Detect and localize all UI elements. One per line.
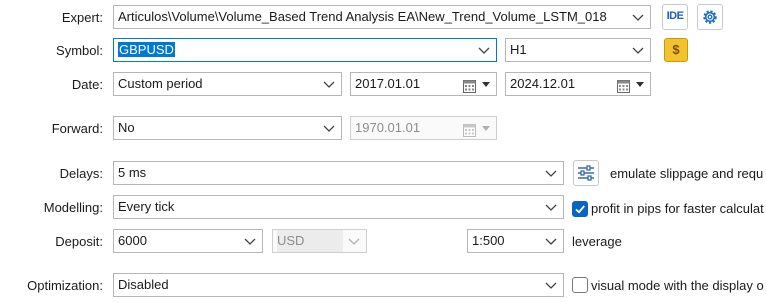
checkmark-icon — [574, 203, 586, 218]
deposit-currency-select: USD — [272, 229, 367, 253]
expert-settings-button[interactable] — [697, 4, 723, 30]
chevron-down-icon — [323, 79, 335, 89]
modelling-label: Modelling: — [43, 200, 103, 215]
delays-select[interactable]: 5 ms — [113, 161, 564, 185]
dollar-icon: $ — [672, 42, 680, 57]
delays-value: 5 ms — [118, 165, 147, 180]
symbol-label: Symbol: — [56, 43, 103, 58]
end-date-value: 2024.12.01 — [510, 76, 576, 91]
optimization-select[interactable]: Disabled — [113, 273, 564, 297]
timeframe-value: H1 — [510, 42, 527, 57]
chevron-down-icon — [244, 236, 256, 246]
dropdown-arrow-icon — [482, 82, 490, 87]
modelling-select[interactable]: Every tick — [113, 195, 564, 219]
chevron-down-icon — [323, 123, 335, 133]
chevron-down-icon — [545, 236, 557, 246]
visual-mode-text: visual mode with the display o — [591, 278, 764, 293]
start-date-value: 2017.01.01 — [355, 76, 421, 91]
forward-select[interactable]: No — [113, 116, 342, 140]
chevron-down-icon — [545, 168, 557, 178]
calendar-icon — [617, 78, 630, 93]
ide-button[interactable]: IDE — [662, 4, 688, 30]
deposit-label: Deposit: — [55, 234, 103, 249]
delays-label: Delays: — [59, 166, 103, 181]
forward-date-value: 1970.01.01 — [355, 120, 421, 135]
leverage-select[interactable]: 1:500 — [467, 229, 564, 253]
calendar-icon — [463, 122, 476, 137]
visual-mode-checkbox[interactable] — [572, 277, 588, 293]
chevron-down-icon — [632, 45, 644, 55]
profit-pips-checkbox[interactable] — [572, 201, 588, 217]
chevron-down-icon — [478, 45, 490, 55]
gear-icon — [701, 8, 719, 29]
modelling-value: Every tick — [118, 199, 175, 214]
deposit-input[interactable]: 6000 — [113, 229, 263, 253]
timeframe-select[interactable]: H1 — [505, 38, 651, 62]
expert-select[interactable]: Articulos\Volume\Volume_Based Trend Anal… — [113, 5, 651, 29]
optimization-label: Optimization: — [27, 278, 103, 293]
optimization-value: Disabled — [118, 277, 169, 292]
deposit-value: 6000 — [118, 233, 147, 248]
expert-value: Articulos\Volume\Volume_Based Trend Anal… — [118, 9, 607, 24]
date-label: Date: — [71, 77, 103, 92]
chevron-down-icon — [545, 280, 557, 290]
symbol-properties-button[interactable]: $ — [664, 38, 688, 62]
symbol-value: GBPUSD — [118, 42, 175, 57]
leverage-value: 1:500 — [472, 233, 505, 248]
sliders-icon — [577, 165, 595, 184]
slippage-text: emulate slippage and requ — [610, 166, 764, 181]
dropdown-arrow-icon — [482, 126, 490, 131]
forward-date-picker: 1970.01.01 — [350, 116, 497, 140]
forward-value: No — [118, 120, 135, 135]
dropdown-arrow-icon — [636, 82, 644, 87]
profit-pips-text: profit in pips for faster calculat — [591, 201, 764, 216]
date-period-select[interactable]: Custom period — [113, 72, 342, 96]
chevron-down-icon — [348, 236, 360, 246]
slippage-settings-button[interactable] — [573, 160, 599, 186]
leverage-text: leverage — [572, 234, 622, 249]
deposit-currency-value: USD — [277, 230, 343, 252]
calendar-icon — [463, 78, 476, 93]
expert-label: Expert: — [61, 10, 103, 25]
ide-icon: IDE — [666, 10, 684, 22]
forward-label: Forward: — [51, 121, 103, 136]
date-period-value: Custom period — [118, 76, 203, 91]
chevron-down-icon — [545, 202, 557, 212]
symbol-input[interactable]: GBPUSD — [113, 38, 497, 62]
chevron-down-icon — [632, 12, 644, 22]
end-date-picker[interactable]: 2024.12.01 — [505, 72, 651, 96]
start-date-picker[interactable]: 2017.01.01 — [350, 72, 497, 96]
